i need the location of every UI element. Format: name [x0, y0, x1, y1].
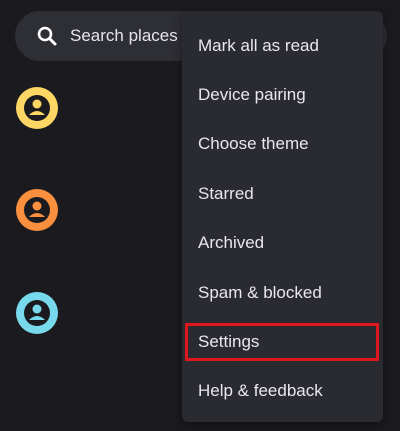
menu-item-mark-all-as-read[interactable]: Mark all as read [182, 21, 383, 70]
contact-avatar[interactable] [16, 292, 58, 334]
menu-item-help-feedback[interactable]: Help & feedback [182, 366, 383, 415]
menu-item-archived[interactable]: Archived [182, 218, 383, 267]
contact-avatar[interactable] [16, 189, 58, 231]
person-icon [24, 300, 50, 326]
menu-item-spam-blocked[interactable]: Spam & blocked [182, 268, 383, 317]
contact-avatar[interactable] [16, 87, 58, 129]
menu-item-starred[interactable]: Starred [182, 169, 383, 218]
screen: Search places Mark all as read Device pa… [0, 0, 400, 431]
search-icon [35, 24, 59, 48]
menu-item-choose-theme[interactable]: Choose theme [182, 119, 383, 168]
person-icon [24, 95, 50, 121]
menu-item-device-pairing[interactable]: Device pairing [182, 70, 383, 119]
settings-highlight-box [185, 323, 379, 361]
search-placeholder: Search places [70, 26, 178, 45]
person-icon [24, 197, 50, 223]
